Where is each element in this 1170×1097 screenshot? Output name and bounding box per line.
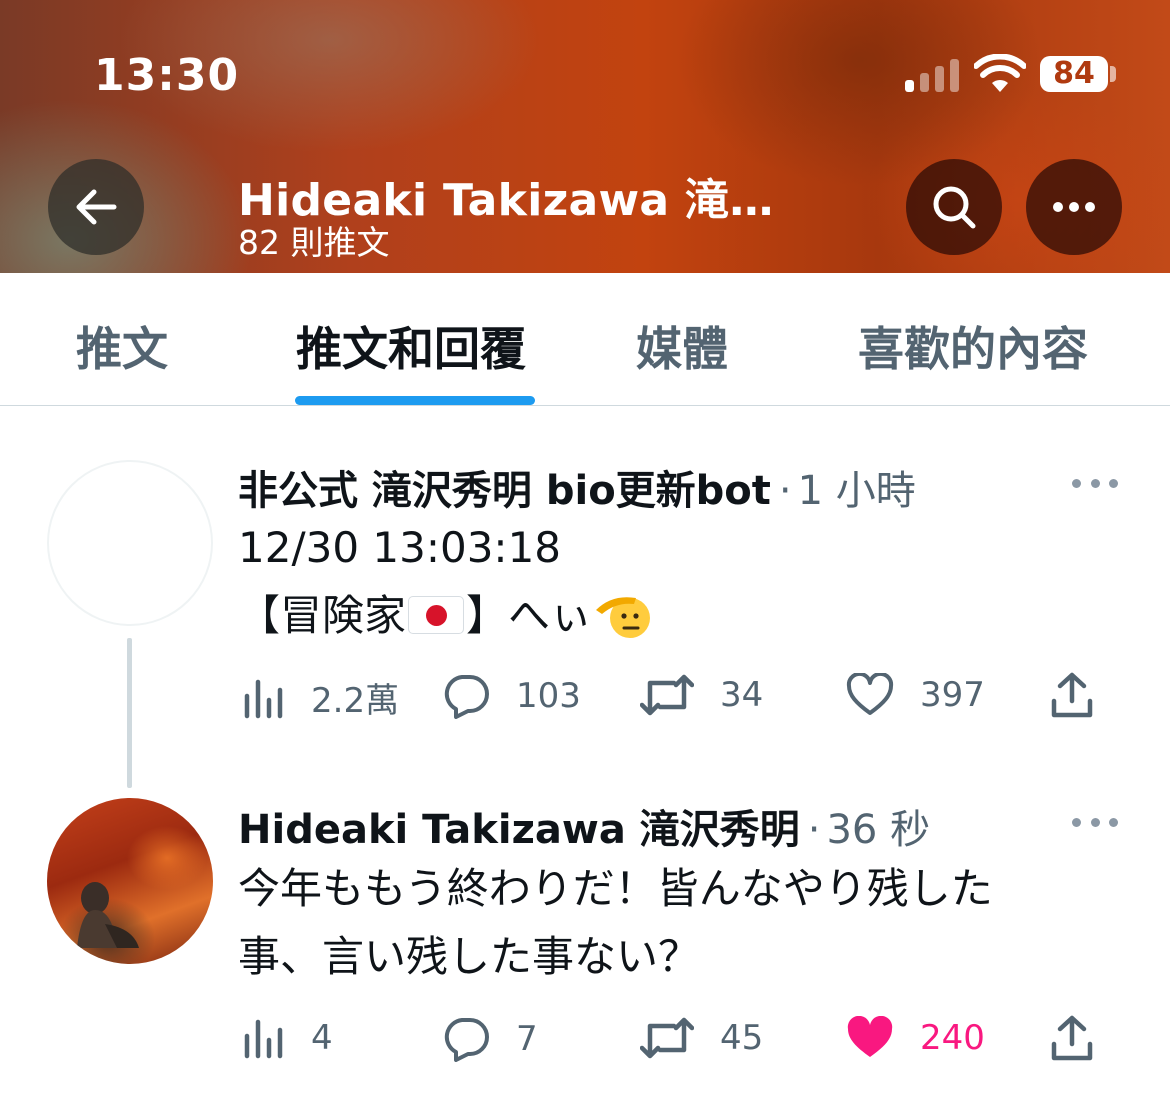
avatar-figure	[77, 882, 139, 948]
post-count: 82 則推文	[238, 223, 390, 262]
battery-indicator: 84	[1040, 56, 1108, 92]
like-count: 397	[920, 675, 985, 715]
views-button[interactable]: 2.2萬	[243, 673, 399, 722]
tweet-text: 今年ももう終わりだ！皆んなやり残した 事、言い残した事ない？	[238, 855, 993, 991]
more-options-button[interactable]	[1026, 159, 1122, 255]
retweet-count: 34	[720, 675, 764, 715]
share-icon	[1051, 672, 1093, 718]
share-icon	[1051, 1015, 1093, 1061]
tweet-timestamp[interactable]: 1 小時	[798, 468, 916, 514]
views-count: 2.2萬	[311, 681, 400, 721]
bar-chart-icon	[244, 1019, 283, 1059]
tab-likes[interactable]: 喜歡的內容	[858, 313, 1088, 379]
tweet-more-button[interactable]	[1072, 476, 1118, 490]
status-time: 13:30	[94, 50, 240, 101]
tweet-text-segment: 【冒険家	[238, 591, 407, 640]
reply-button[interactable]: 103	[442, 673, 581, 719]
like-button[interactable]: 397	[846, 673, 985, 717]
back-button[interactable]	[48, 159, 144, 255]
retweet-icon	[640, 1017, 694, 1059]
tweet-text: 12/30 13:03:18 【冒険家 】へぃ	[238, 514, 652, 650]
tweet-header: 非公式 滝沢秀明 bio更新bot · 1 小時	[238, 458, 916, 516]
retweet-icon	[640, 674, 694, 716]
avatar[interactable]	[47, 798, 213, 964]
tweet-more-button[interactable]	[1072, 815, 1118, 829]
heart-filled-icon	[847, 1016, 893, 1057]
reply-bubble-icon	[444, 675, 489, 719]
more-horizontal-icon	[1053, 202, 1095, 212]
tab-posts-and-replies[interactable]: 推文和回覆	[296, 313, 526, 379]
cellular-signal-icon	[905, 58, 961, 92]
separator-dot: ·	[778, 468, 792, 514]
retweet-count: 45	[720, 1018, 764, 1058]
tweet-text-line: 今年ももう終わりだ！皆んなやり残した	[238, 864, 993, 913]
tweet-header: Hideaki Takizawa 滝沢秀明 · 36 秒	[238, 797, 930, 855]
tweet-text-line: 12/30 13:03:18	[238, 523, 562, 572]
saluting-face-icon	[596, 597, 651, 638]
avatar[interactable]	[47, 460, 213, 626]
profile-tabs: 推文 推文和回覆 媒體 喜歡的內容	[0, 273, 1170, 406]
reply-bubble-icon	[444, 1018, 489, 1062]
author-name[interactable]: 非公式 滝沢秀明 bio更新bot	[238, 468, 771, 514]
tab-media[interactable]: 媒體	[636, 313, 728, 379]
share-button[interactable]	[1050, 1014, 1094, 1062]
search-icon	[933, 186, 976, 229]
arrow-left-icon	[76, 189, 117, 225]
separator-dot: ·	[807, 807, 821, 853]
tweet-text-line: 【冒険家 】へぃ	[238, 582, 652, 650]
tab-posts[interactable]: 推文	[76, 313, 168, 379]
reply-button[interactable]: 7	[442, 1016, 538, 1062]
search-button[interactable]	[906, 159, 1002, 255]
battery-cap	[1110, 66, 1116, 82]
author-name[interactable]: Hideaki Takizawa 滝沢秀明	[238, 807, 800, 853]
views-count: 4	[311, 1018, 333, 1058]
tweet-text-segment: 】へぃ	[466, 591, 593, 640]
profile-header-banner: 13:30 84 Hideaki Takizawa 滝… 82 則推文	[0, 0, 1170, 273]
heart-icon	[846, 673, 894, 715]
reply-count: 7	[516, 1019, 538, 1059]
like-button[interactable]: 240	[846, 1016, 985, 1060]
tweet-text-line: 事、言い残した事ない？	[238, 932, 701, 981]
japan-flag-icon	[408, 596, 465, 634]
retweet-button[interactable]: 45	[640, 1016, 763, 1060]
share-button[interactable]	[1050, 671, 1094, 719]
reply-count: 103	[516, 676, 581, 716]
tweet-timestamp[interactable]: 36 秒	[826, 807, 930, 853]
active-tab-indicator	[295, 396, 535, 405]
bar-chart-icon	[244, 679, 283, 718]
thread-connector-line	[127, 638, 132, 788]
views-button[interactable]: 4	[243, 1016, 333, 1060]
like-count: 240	[920, 1018, 985, 1058]
wifi-icon	[974, 54, 1026, 92]
retweet-button[interactable]: 34	[640, 673, 763, 717]
